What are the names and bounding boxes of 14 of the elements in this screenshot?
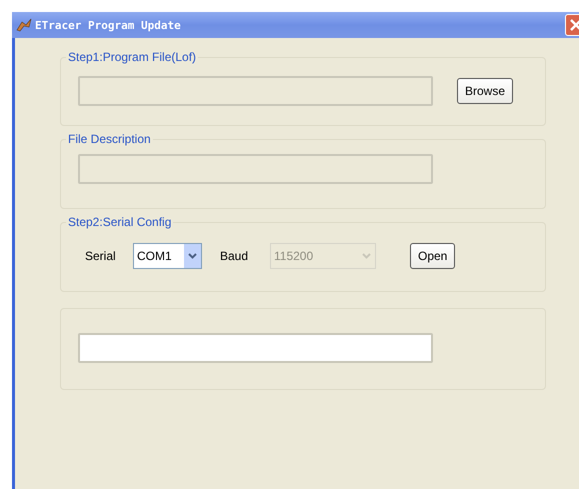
- serial-label: Serial: [85, 249, 117, 263]
- serial-dropdown[interactable]: COM1: [133, 243, 202, 269]
- browse-button[interactable]: Browse: [457, 78, 514, 104]
- close-icon: [570, 19, 579, 31]
- window-title: ETracer Program Update: [35, 18, 182, 32]
- chevron-down-icon: [188, 253, 197, 259]
- baud-label: Baud: [220, 249, 250, 263]
- group-title: File Description: [67, 132, 152, 146]
- open-button[interactable]: Open: [410, 243, 456, 269]
- app-icon: [16, 18, 32, 32]
- group-title: Step1:Program File(Lof): [67, 50, 198, 64]
- chevron-down-icon: [362, 253, 371, 259]
- status-field[interactable]: [78, 333, 433, 363]
- group-title: Step2:Serial Config: [67, 215, 172, 229]
